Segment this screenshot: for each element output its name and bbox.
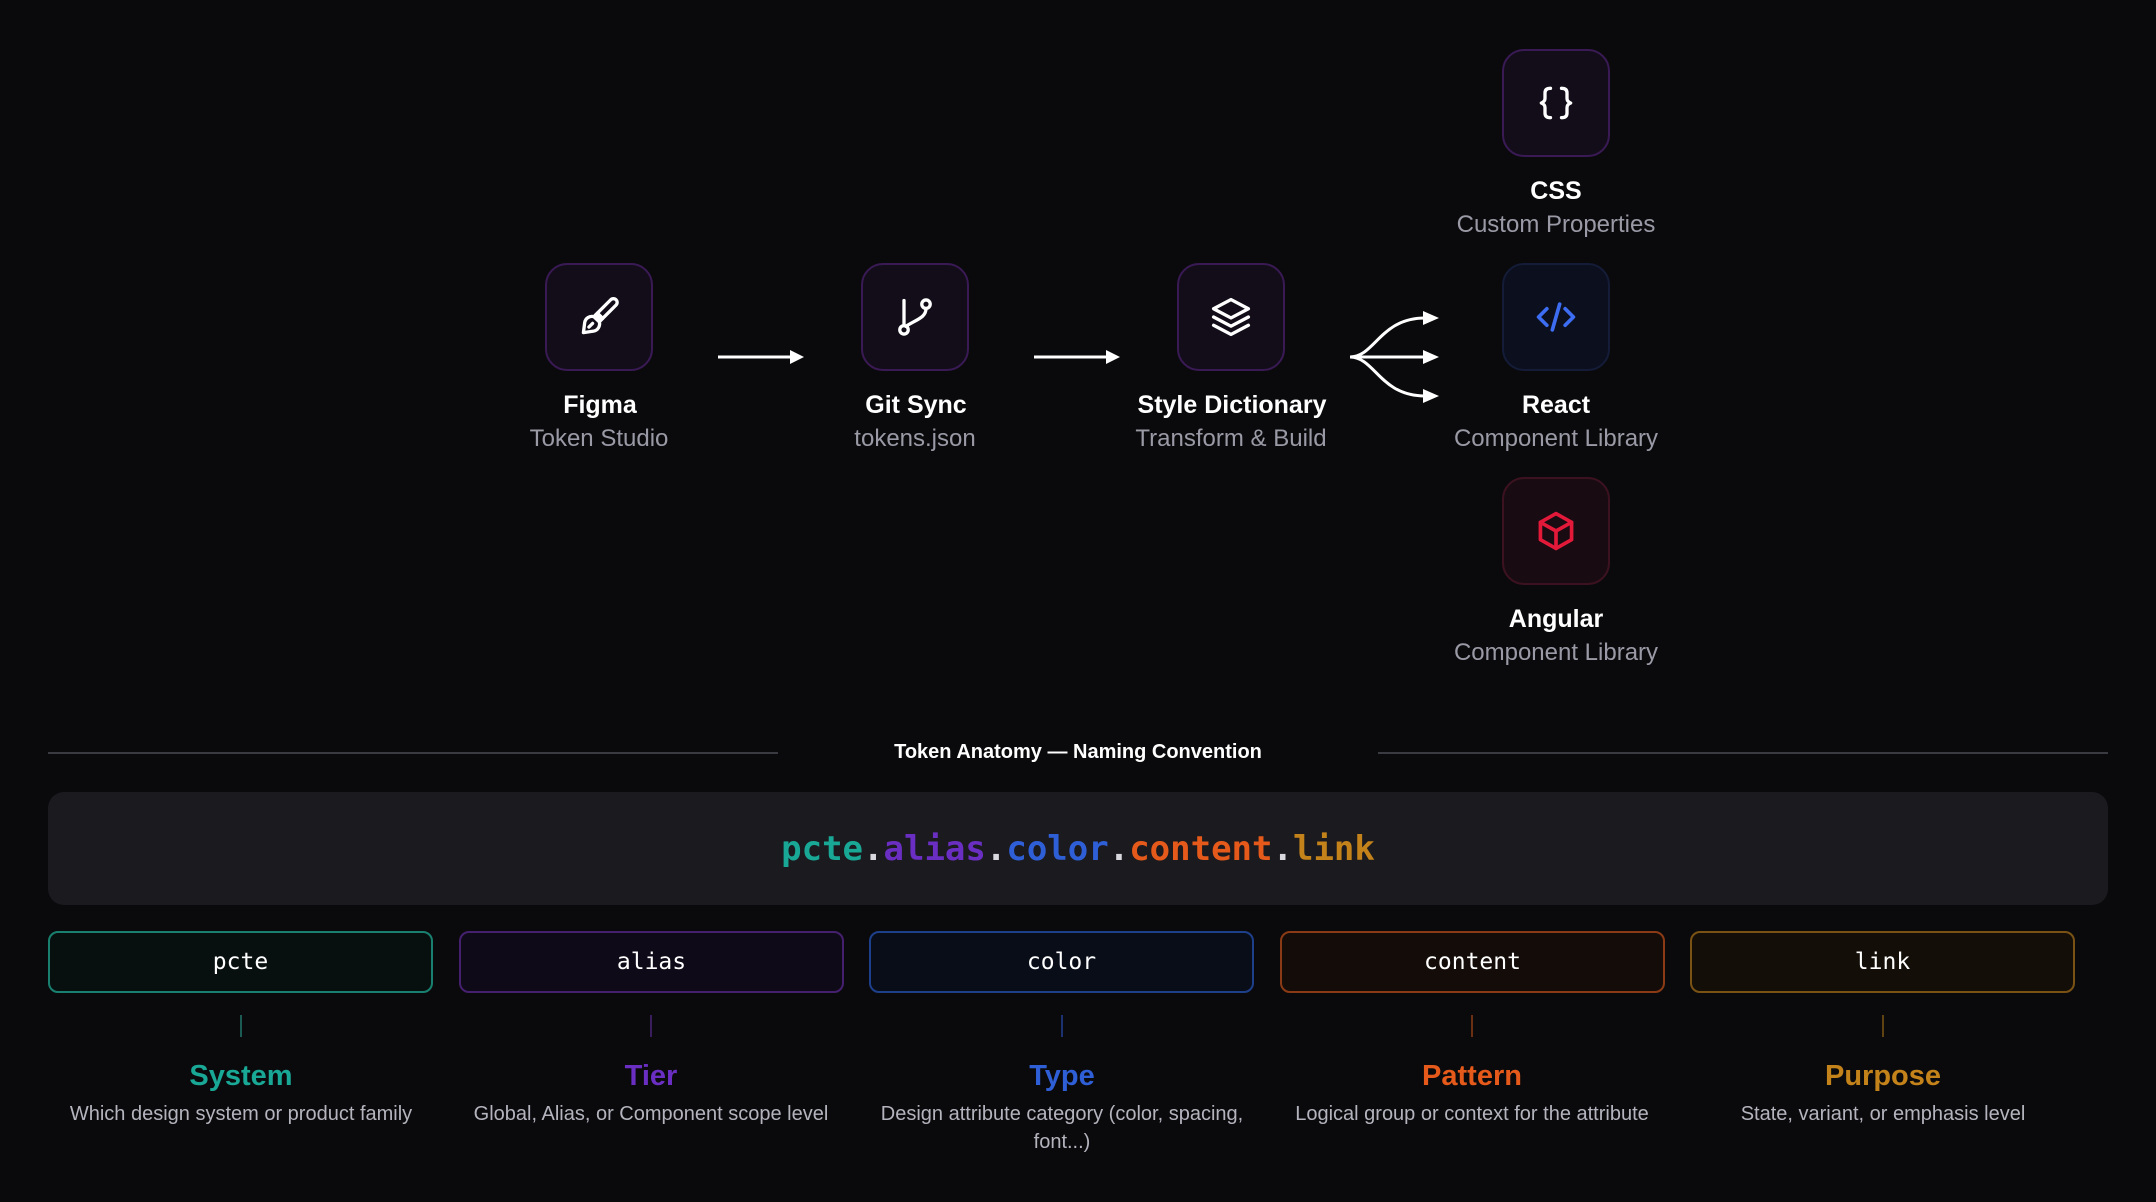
style-dictionary-subtitle: Transform & Build — [1135, 425, 1327, 452]
git-sync-node — [861, 263, 969, 371]
angular-title: Angular — [1508, 605, 1604, 633]
segment-desc-type: Design attribute category (color, spacin… — [880, 1103, 1244, 1153]
arrow-connector — [718, 350, 804, 364]
segment-connector — [650, 1015, 652, 1037]
layers-icon — [1209, 295, 1253, 339]
react-node — [1502, 263, 1610, 371]
figma-title: Figma — [563, 391, 637, 419]
token-part-type: color — [1006, 828, 1109, 869]
paintbrush-icon — [577, 295, 621, 339]
css-subtitle: Custom Properties — [1456, 211, 1656, 238]
segment-box-type: color — [869, 931, 1254, 993]
cube-icon — [1534, 509, 1578, 553]
braces-icon — [1534, 81, 1578, 125]
code-icon — [1534, 295, 1578, 339]
segment-desc-tier: Global, Alias, or Component scope level — [473, 1103, 829, 1125]
git-sync-title: Git Sync — [865, 391, 967, 419]
segment-box-tier: alias — [459, 931, 844, 993]
segment-desc-purpose: State, variant, or emphasis level — [1740, 1103, 2026, 1125]
token-part-system: pcte — [781, 828, 864, 869]
css-node — [1502, 49, 1610, 157]
divider-line — [48, 752, 778, 754]
react-title: React — [1521, 391, 1591, 419]
token-part-purpose: link — [1292, 828, 1375, 869]
token-example: pcte. alias. color. content. link — [48, 792, 2108, 905]
segment-label-type: Type — [1029, 1060, 1095, 1092]
segment-label-pattern: Pattern — [1422, 1060, 1522, 1092]
segment-label-purpose: Purpose — [1824, 1060, 1942, 1092]
section-heading: Token Anatomy — Naming Convention — [894, 741, 1262, 763]
segment-connector — [1882, 1015, 1884, 1037]
style-dictionary-node — [1177, 263, 1285, 371]
segment-box-pattern: content — [1280, 931, 1665, 993]
angular-subtitle: Component Library — [1453, 639, 1659, 666]
token-part-pattern: content — [1129, 828, 1273, 869]
token-separator: . — [1108, 828, 1130, 869]
segment-desc-pattern: Logical group or context for the attribu… — [1295, 1103, 1649, 1125]
figma-subtitle: Token Studio — [529, 425, 669, 452]
segment-connector — [1471, 1015, 1473, 1037]
react-subtitle: Component Library — [1453, 425, 1659, 452]
segment-label-system: System — [189, 1060, 293, 1092]
segment-box-purpose: link — [1690, 931, 2075, 993]
style-dictionary-title: Style Dictionary — [1137, 391, 1327, 419]
token-separator: . — [1272, 828, 1293, 869]
divider-line — [1378, 752, 2108, 754]
segment-connector — [240, 1015, 242, 1037]
git-branch-icon — [893, 295, 937, 339]
figma-node — [545, 263, 653, 371]
css-title: CSS — [1530, 177, 1582, 205]
angular-node — [1502, 477, 1610, 585]
segment-connector — [1061, 1015, 1063, 1037]
token-separator: . — [985, 828, 1007, 869]
arrow-connector — [1034, 350, 1120, 364]
token-separator: . — [863, 828, 884, 869]
git-sync-subtitle: tokens.json — [854, 425, 976, 452]
segment-label-tier: Tier — [624, 1060, 678, 1092]
segment-desc-system: Which design system or product family — [69, 1103, 413, 1125]
token-part-tier: alias — [883, 828, 986, 869]
segment-box-system: pcte — [48, 931, 433, 993]
